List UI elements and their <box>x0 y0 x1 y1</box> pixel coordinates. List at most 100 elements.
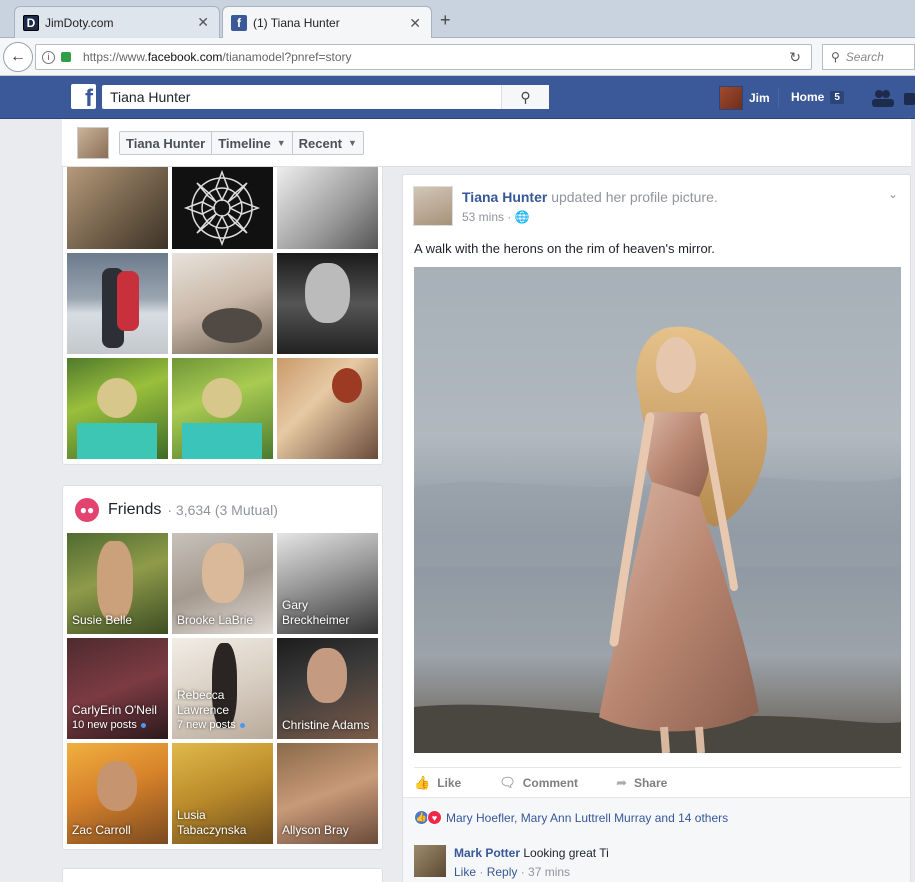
post-header: Tiana Hunter updated her profile picture… <box>462 189 718 205</box>
timeline-dropdown[interactable]: Timeline ▼ <box>212 132 293 154</box>
facebook-search-input[interactable]: Tiana Hunter ⚲ <box>102 85 549 109</box>
friend-name: CarlyErin O'Neil 10 new posts <box>72 703 157 731</box>
search-icon[interactable]: ⚲ <box>501 85 549 109</box>
new-posts-dot-icon <box>239 722 245 728</box>
author-avatar[interactable] <box>413 186 453 226</box>
friend-name: Zac Carroll <box>72 823 131 837</box>
post-photo[interactable] <box>414 267 901 753</box>
divider <box>778 88 779 108</box>
friend-tile[interactable]: Rebecca Lawrence 7 new posts <box>172 638 273 739</box>
caret-down-icon: ▼ <box>276 138 286 148</box>
facebook-logo-icon[interactable]: f <box>71 84 96 109</box>
profile-nav: Tiana Hunter Timeline ▼ Recent ▼ <box>119 131 364 155</box>
friends-header[interactable]: ●● Friends · 3,634 (3 Mutual) <box>75 498 278 522</box>
reactions-summary[interactable]: 👍 ♥ Mary Hoefler, Mary Ann Luttrell Murr… <box>403 797 910 837</box>
comment-body: Looking great Ti <box>520 846 609 860</box>
photo-thumbnail[interactable] <box>67 253 168 354</box>
back-arrow-icon[interactable]: ← <box>3 42 33 72</box>
friends-icon: ●● <box>75 498 99 522</box>
commenter-name[interactable]: Mark Potter <box>454 846 520 860</box>
comment-meta: Like · Reply · 37 mins <box>454 865 571 879</box>
tab-jimdoty[interactable]: D JimDoty.com ✕ <box>14 6 220 38</box>
photo-thumbnail[interactable] <box>67 167 168 249</box>
post-meta: 53 mins · 🌐 <box>462 210 530 224</box>
photo-grid <box>67 167 378 459</box>
search-placeholder: Search <box>845 50 884 64</box>
friends-title[interactable]: Friends <box>108 501 161 519</box>
profile-thumbnail[interactable] <box>77 127 109 159</box>
close-icon[interactable]: ✕ <box>197 14 209 31</box>
photo-thumbnail[interactable] <box>277 358 378 459</box>
address-bar[interactable]: i https://www. facebook.com/tianamodel?pn… <box>35 44 812 70</box>
post-action: updated her profile picture. <box>551 189 718 205</box>
pill-label: Tiana Hunter <box>126 135 206 151</box>
browser-search-input[interactable]: ⚲ Search <box>822 44 915 70</box>
reaction-names[interactable]: Mary Hoefler, Mary Ann Luttrell Murray a… <box>446 811 728 825</box>
comment-time[interactable]: · 37 mins <box>517 865 570 879</box>
friends-grid: Susie Belle Brooke LaBrie Gary Breckheim… <box>67 533 378 844</box>
friend-name: Allyson Bray <box>282 823 349 837</box>
close-icon[interactable]: ✕ <box>409 15 421 32</box>
new-tab-plus-icon[interactable]: + <box>440 10 451 31</box>
facebook-favicon-icon: f <box>231 15 247 31</box>
thumbs-up-icon: 👍 <box>414 774 431 790</box>
photo-thumbnail[interactable] <box>277 167 378 249</box>
chevron-down-icon[interactable]: ⌄ <box>888 187 898 201</box>
comment-like-link[interactable]: Like <box>454 865 476 879</box>
home-count-badge: 5 <box>830 90 844 104</box>
friend-requests-icon[interactable] <box>870 88 915 113</box>
comment: Mark Potter Looking great Ti Like · Repl… <box>403 837 910 882</box>
caret-down-icon: ▼ <box>348 138 357 148</box>
photo-thumbnail[interactable] <box>172 167 273 249</box>
friend-tile[interactable]: Allyson Bray <box>277 743 378 844</box>
search-icon: ⚲ <box>831 50 840 64</box>
home-link[interactable]: Home 5 <box>791 90 844 104</box>
share-arrow-icon: ➦ <box>616 774 627 790</box>
jimdoty-favicon-icon: D <box>23 14 39 31</box>
friend-name: Brooke LaBrie <box>177 613 254 627</box>
url-prefix: https://www. <box>83 50 148 64</box>
post-time[interactable]: 53 mins · <box>462 210 515 224</box>
post-text: A walk with the herons on the rim of hea… <box>414 241 715 256</box>
tab-facebook[interactable]: f (1) Tiana Hunter ✕ <box>222 6 432 39</box>
tab-title: (1) Tiana Hunter <box>253 16 340 30</box>
friend-tile[interactable]: Christine Adams <box>277 638 378 739</box>
friend-name: Lusia Tabaczynska <box>177 808 247 837</box>
avatar <box>719 86 743 110</box>
comment-icon: 🗨 <box>499 774 516 790</box>
friend-tile[interactable]: Gary Breckheimer <box>277 533 378 634</box>
friend-tile[interactable]: Zac Carroll <box>67 743 168 844</box>
url-path: /tianamodel?pnref=story <box>222 50 352 64</box>
photo-thumbnail[interactable] <box>67 358 168 459</box>
friend-tile[interactable]: CarlyErin O'Neil 10 new posts <box>67 638 168 739</box>
next-card <box>62 868 383 882</box>
globe-icon: 🌐 <box>514 210 530 224</box>
reload-icon[interactable]: ↻ <box>789 49 801 66</box>
profile-link[interactable]: Jim <box>719 86 770 110</box>
author-link[interactable]: Tiana Hunter <box>462 189 547 205</box>
friend-name: Christine Adams <box>282 718 370 732</box>
friend-name: Susie Belle <box>72 613 133 627</box>
comment-reply-link[interactable]: Reply <box>487 865 518 879</box>
pill-label: Timeline <box>218 135 271 151</box>
photo-thumbnail[interactable] <box>172 253 273 354</box>
lock-icon[interactable] <box>61 52 71 62</box>
friend-tile[interactable]: Brooke LaBrie <box>172 533 273 634</box>
url-host: facebook.com <box>147 50 223 64</box>
comment-text: Mark Potter Looking great Ti <box>454 846 609 860</box>
comment-button[interactable]: 🗨 Comment <box>499 775 578 791</box>
info-icon[interactable]: i <box>42 50 55 64</box>
pill-label: Recent <box>298 135 343 151</box>
commenter-avatar[interactable] <box>414 845 446 877</box>
profile-name-button[interactable]: Tiana Hunter <box>120 132 213 154</box>
photo-thumbnail[interactable] <box>277 253 378 354</box>
navigation-bar: ← i https://www. facebook.com/tianamodel?… <box>0 38 915 76</box>
like-button[interactable]: 👍 Like <box>414 775 461 791</box>
friend-tile[interactable]: Susie Belle <box>67 533 168 634</box>
share-button[interactable]: ➦ Share <box>616 775 667 791</box>
photos-card <box>62 167 383 465</box>
friend-tile[interactable]: Lusia Tabaczynska <box>172 743 273 844</box>
photo-thumbnail[interactable] <box>172 358 273 459</box>
recent-dropdown[interactable]: Recent ▼ <box>293 132 363 154</box>
search-value: Tiana Hunter <box>110 89 191 105</box>
